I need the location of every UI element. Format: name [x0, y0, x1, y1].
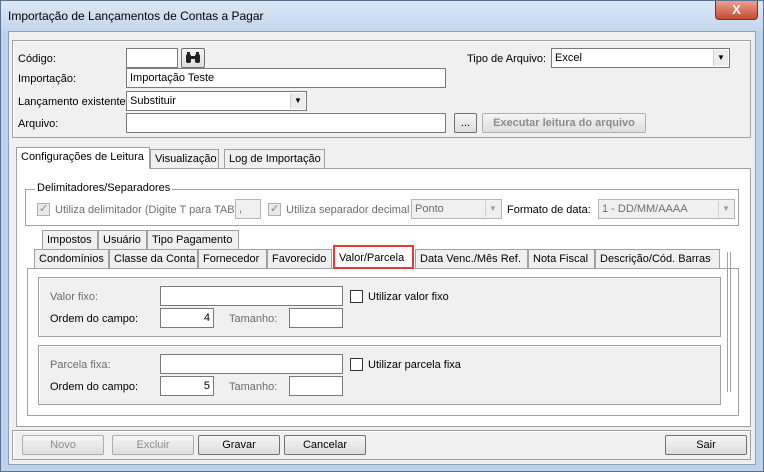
tipo-arquivo-label: Tipo de Arquivo: [467, 53, 547, 65]
utilizar-parcela-fixa-checkbox[interactable] [350, 358, 363, 371]
close-button[interactable]: X [715, 1, 758, 20]
executar-leitura-button[interactable]: Executar leitura do arquivo [482, 113, 646, 133]
parcela-tamanho-input[interactable] [289, 376, 343, 396]
lancamento-select[interactable]: Substituir ▼ [126, 91, 307, 111]
tab-tipo-pagamento[interactable]: Tipo Pagamento [147, 230, 239, 249]
tab-data-venc-mes-ref[interactable]: Data Venc./Mês Ref. [415, 249, 528, 268]
parcela-fixa-label: Parcela fixa: [50, 359, 111, 371]
importacao-label: Importação: [18, 73, 77, 85]
valor-fixo-label: Valor fixo: [50, 291, 99, 303]
client-area: Código: Tipo de Arquivo: Excel ▼ Importa… [8, 31, 756, 465]
search-button[interactable] [181, 48, 205, 68]
tab-label: Data Venc./Mês Ref. [420, 253, 521, 265]
valor-ordem-label: Ordem do campo: [50, 313, 139, 325]
browse-button[interactable]: ... [454, 113, 477, 133]
codigo-label: Código: [18, 53, 56, 65]
separador-select[interactable]: Ponto ▼ [411, 199, 502, 219]
tab-nota-fiscal[interactable]: Nota Fiscal [528, 249, 595, 268]
parcela-ordem-input[interactable]: 5 [160, 376, 214, 396]
utilizar-parcela-fixa-label: Utilizar parcela fixa [368, 359, 461, 371]
tab-valor-parcela[interactable]: Valor/Parcela [333, 245, 414, 269]
tab-label: Favorecido [272, 253, 327, 265]
tab-label: Valor/Parcela [339, 252, 405, 264]
delimitador-input[interactable]: , [235, 199, 261, 219]
inner-tab-stack-edge [727, 252, 731, 392]
tab-label: Fornecedor [203, 253, 260, 265]
binoculars-icon [186, 52, 200, 63]
codigo-input[interactable] [126, 48, 178, 68]
tipo-arquivo-select[interactable]: Excel ▼ [551, 48, 730, 68]
utiliza-separador-label: Utiliza separador decimal [286, 204, 410, 216]
tab-descricao-cod-barras[interactable]: Descrição/Cód. Barras [595, 249, 720, 268]
tab-classe-conta[interactable]: Classe da Conta [109, 249, 198, 268]
utiliza-separador-checkbox[interactable] [268, 202, 281, 216]
tab-label: Tipo Pagamento [152, 234, 233, 246]
delimitadores-legend: Delimitadores/Separadores [35, 182, 173, 194]
parcela-tamanho-label: Tamanho: [229, 381, 278, 393]
tab-label: Log de Importação [229, 153, 321, 165]
utilizar-valor-fixo-checkbox[interactable] [350, 290, 363, 303]
parcela-ordem-label: Ordem do campo: [50, 381, 139, 393]
chevron-down-icon: ▼ [718, 201, 733, 217]
tab-label: Configurações de Leitura [21, 151, 144, 163]
utiliza-delimitador-checkbox[interactable] [37, 202, 50, 216]
tab-log-importacao[interactable]: Log de Importação [224, 149, 325, 168]
tab-condominios[interactable]: Condomínios [34, 249, 109, 268]
chevron-down-icon: ▼ [713, 50, 728, 66]
valor-fixo-input[interactable] [160, 286, 343, 306]
tab-label: Visualização [155, 153, 217, 165]
parcela-fixa-input[interactable] [160, 354, 343, 374]
importacao-input[interactable]: Importação Teste [126, 68, 446, 88]
utilizar-valor-fixo-label: Utilizar valor fixo [368, 291, 449, 303]
tab-fornecedor[interactable]: Fornecedor [198, 249, 267, 268]
tab-label: Classe da Conta [114, 253, 196, 265]
tab-label: Nota Fiscal [533, 253, 589, 265]
tab-label: Condomínios [39, 253, 104, 265]
tab-impostos[interactable]: Impostos [42, 230, 98, 249]
formato-data-select[interactable]: 1 - DD/MM/AAAA ▼ [598, 199, 735, 219]
sair-button[interactable]: Sair [665, 435, 747, 455]
formato-data-value: 1 - DD/MM/AAAA [602, 203, 688, 215]
excluir-button[interactable]: Excluir [112, 435, 194, 455]
chevron-down-icon: ▼ [485, 201, 500, 217]
utiliza-delimitador-label: Utiliza delimitador (Digite T para TAB) [55, 204, 239, 216]
gravar-button[interactable]: Gravar [198, 435, 280, 455]
window: Importação de Lançamentos de Contas a Pa… [0, 0, 764, 472]
arquivo-input[interactable] [126, 113, 446, 133]
lancamento-label: Lançamento existente: [18, 96, 129, 108]
tab-label: Usuário [103, 234, 141, 246]
tab-visualizacao[interactable]: Visualização [150, 149, 219, 168]
tab-label: Descrição/Cód. Barras [600, 253, 711, 265]
window-title: Importação de Lançamentos de Contas a Pa… [8, 9, 264, 23]
novo-button[interactable]: Novo [22, 435, 104, 455]
title-bar: Importação de Lançamentos de Contas a Pa… [1, 1, 763, 31]
lancamento-value: Substituir [130, 95, 176, 107]
separador-value: Ponto [415, 203, 444, 215]
valor-tamanho-input[interactable] [289, 308, 343, 328]
valor-tamanho-label: Tamanho: [229, 313, 278, 325]
tipo-arquivo-value: Excel [555, 52, 582, 64]
parcela-group [38, 345, 721, 405]
chevron-down-icon: ▼ [290, 93, 305, 109]
valor-group [38, 277, 721, 337]
arquivo-label: Arquivo: [18, 118, 59, 130]
formato-data-label: Formato de data: [507, 204, 591, 216]
valor-ordem-input[interactable]: 4 [160, 308, 214, 328]
tab-configuracoes-leitura[interactable]: Configurações de Leitura [16, 147, 150, 169]
tab-usuario[interactable]: Usuário [98, 230, 147, 249]
tab-label: Impostos [47, 234, 92, 246]
cancelar-button[interactable]: Cancelar [284, 435, 366, 455]
tab-favorecido[interactable]: Favorecido [267, 249, 332, 268]
